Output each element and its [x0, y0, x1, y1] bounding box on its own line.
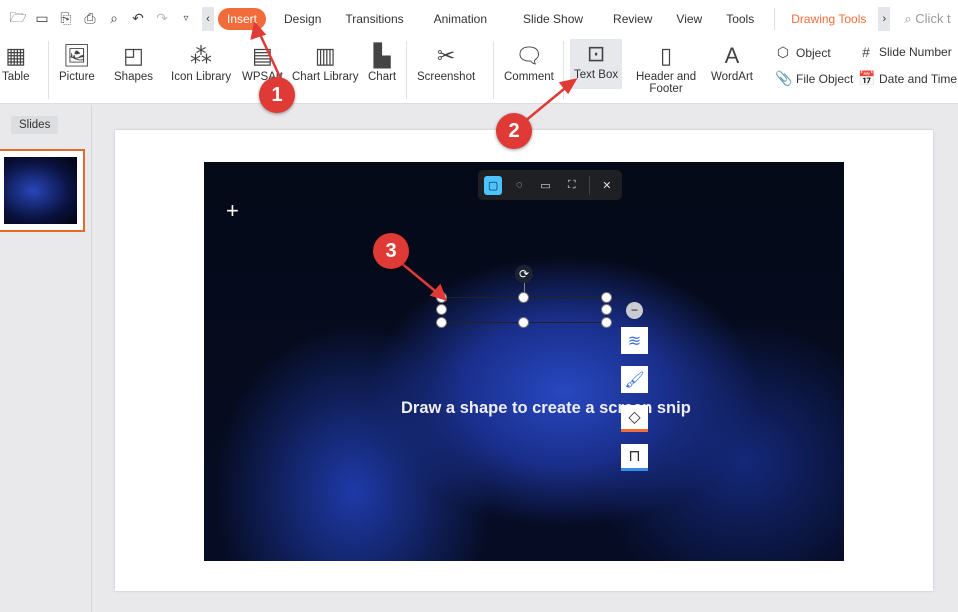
- step-badge-1: 1: [259, 77, 295, 113]
- arrow-3: [399, 261, 441, 296]
- arrowhead-1: [250, 21, 267, 40]
- step-badge-2: 2: [496, 113, 532, 149]
- arrow-2: [523, 83, 571, 123]
- annotation-arrows: [250, 21, 578, 301]
- arrowhead-3: [429, 283, 448, 301]
- step-badge-3: 3: [373, 233, 409, 269]
